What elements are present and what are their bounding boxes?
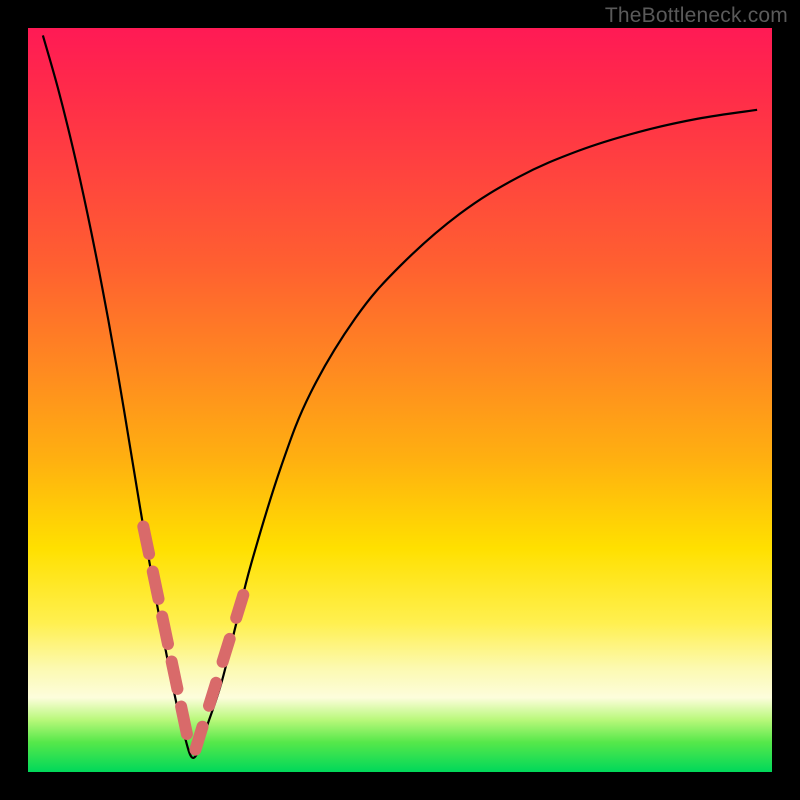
- highlight-dash-left: [143, 526, 190, 749]
- watermark-text: TheBottleneck.com: [605, 4, 788, 28]
- chart-frame: TheBottleneck.com: [0, 0, 800, 800]
- curve-layer: [28, 28, 772, 772]
- highlight-dash-right: [195, 593, 243, 749]
- bottleneck-curve: [43, 35, 757, 757]
